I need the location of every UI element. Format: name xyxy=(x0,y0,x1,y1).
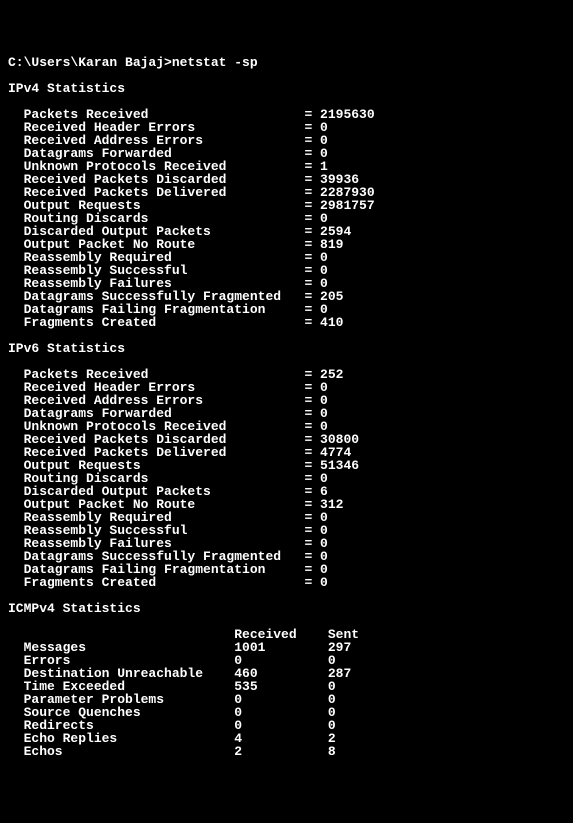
icmp-row: Parameter Problems 0 0 xyxy=(8,693,565,706)
stat-row: Fragments Created = 410 xyxy=(8,316,565,329)
icmp-row: Source Quenches 0 0 xyxy=(8,706,565,719)
icmp-row: Time Exceeded 535 0 xyxy=(8,680,565,693)
icmp-row: Destination Unreachable 460 287 xyxy=(8,667,565,680)
section-title: IPv6 Statistics xyxy=(8,342,565,355)
command-prompt: C:\Users\Karan Bajaj>netstat -sp xyxy=(8,56,565,69)
icmp-row: Redirects 0 0 xyxy=(8,719,565,732)
stat-row: Fragments Created = 0 xyxy=(8,576,565,589)
section-title: ICMPv4 Statistics xyxy=(8,602,565,615)
icmp-row: Echos 2 8 xyxy=(8,745,565,758)
section-title: IPv4 Statistics xyxy=(8,82,565,95)
icmp-row: Errors 0 0 xyxy=(8,654,565,667)
icmp-row: Echo Replies 4 2 xyxy=(8,732,565,745)
